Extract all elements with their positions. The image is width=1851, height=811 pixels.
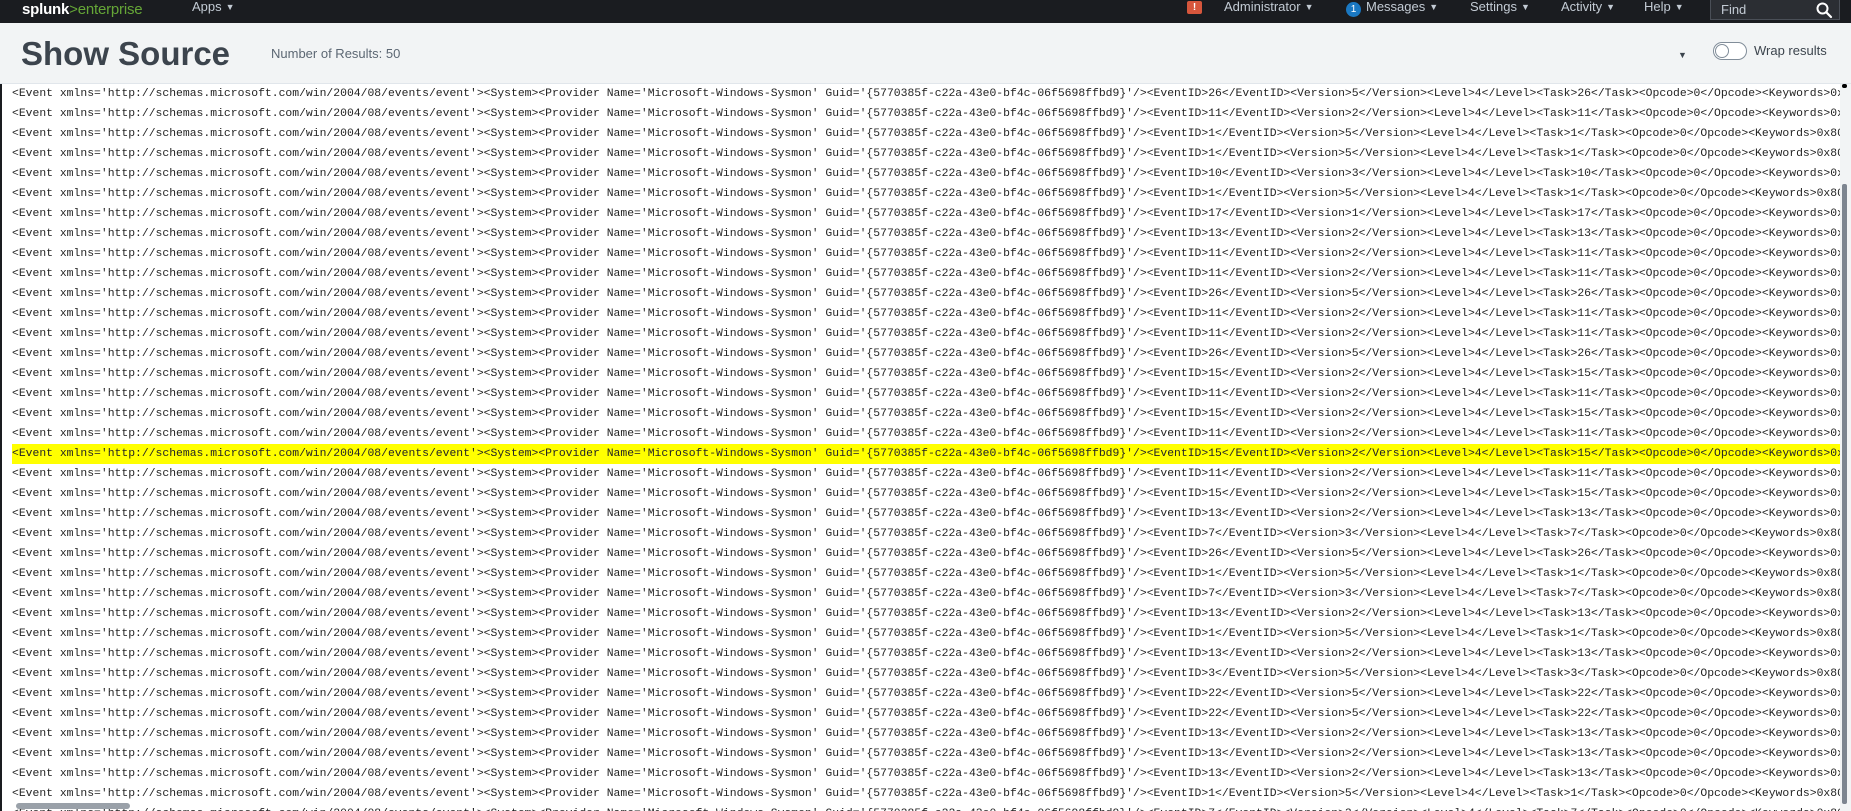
event-line[interactable]: <Event xmlns='http://schemas.microsoft.c…: [12, 764, 1842, 784]
messages-menu-label: Messages: [1366, 0, 1426, 14]
activity-menu[interactable]: Activity ▼: [1561, 0, 1615, 14]
event-line[interactable]: <Event xmlns='http://schemas.microsoft.c…: [12, 744, 1842, 764]
event-line[interactable]: <Event xmlns='http://schemas.microsoft.c…: [12, 184, 1842, 204]
help-menu-label: Help: [1644, 0, 1671, 14]
alert-badge[interactable]: !: [1187, 1, 1202, 14]
event-line[interactable]: <Event xmlns='http://schemas.microsoft.c…: [12, 304, 1842, 324]
search-icon[interactable]: [1815, 1, 1833, 19]
event-line[interactable]: <Event xmlns='http://schemas.microsoft.c…: [12, 624, 1842, 644]
chevron-down-icon: ▼: [1304, 2, 1314, 12]
event-line[interactable]: <Event xmlns='http://schemas.microsoft.c…: [12, 644, 1842, 664]
source-view: <Event xmlns='http://schemas.microsoft.c…: [0, 84, 1851, 811]
event-line[interactable]: <Event xmlns='http://schemas.microsoft.c…: [12, 704, 1842, 724]
event-line[interactable]: <Event xmlns='http://schemas.microsoft.c…: [12, 244, 1842, 264]
event-line[interactable]: <Event xmlns='http://schemas.microsoft.c…: [12, 424, 1842, 444]
wrap-results-label: Wrap results: [1754, 43, 1827, 58]
event-line[interactable]: <Event xmlns='http://schemas.microsoft.c…: [12, 484, 1842, 504]
event-line[interactable]: <Event xmlns='http://schemas.microsoft.c…: [12, 104, 1842, 124]
event-line[interactable]: <Event xmlns='http://schemas.microsoft.c…: [12, 224, 1842, 244]
event-line[interactable]: <Event xmlns='http://schemas.microsoft.c…: [12, 284, 1842, 304]
user-menu[interactable]: Administrator ▼: [1224, 0, 1314, 14]
event-line[interactable]: <Event xmlns='http://schemas.microsoft.c…: [12, 384, 1842, 404]
messages-count-badge: 1: [1346, 2, 1361, 17]
event-lines: <Event xmlns='http://schemas.microsoft.c…: [12, 84, 1842, 811]
event-line[interactable]: <Event xmlns='http://schemas.microsoft.c…: [12, 364, 1842, 384]
chevron-down-icon: ▼: [1429, 2, 1439, 12]
page-header: Show Source Number of Results: 50 ▼ Wrap…: [0, 23, 1851, 84]
event-line[interactable]: <Event xmlns='http://schemas.microsoft.c…: [12, 84, 1842, 104]
event-line[interactable]: <Event xmlns='http://schemas.microsoft.c…: [12, 524, 1842, 544]
wrap-results-toggle[interactable]: [1713, 42, 1747, 60]
event-line[interactable]: <Event xmlns='http://schemas.microsoft.c…: [12, 604, 1842, 624]
top-nav-bar: splunk>enterprise Apps ▼ ! Administrator ▼…: [0, 0, 1851, 23]
event-line[interactable]: <Event xmlns='http://schemas.microsoft.c…: [12, 124, 1842, 144]
chevron-down-icon: ▼: [1674, 2, 1684, 12]
find-box: [1710, 0, 1840, 20]
event-line-highlighted[interactable]: <Event xmlns='http://schemas.microsoft.c…: [12, 444, 1842, 464]
event-line[interactable]: <Event xmlns='http://schemas.microsoft.c…: [12, 204, 1842, 224]
activity-menu-label: Activity: [1561, 0, 1603, 14]
event-line[interactable]: <Event xmlns='http://schemas.microsoft.c…: [12, 804, 1842, 811]
event-line[interactable]: <Event xmlns='http://schemas.microsoft.c…: [12, 544, 1842, 564]
messages-menu[interactable]: 1 Messages ▼: [1346, 0, 1439, 17]
event-line[interactable]: <Event xmlns='http://schemas.microsoft.c…: [12, 664, 1842, 684]
event-line[interactable]: <Event xmlns='http://schemas.microsoft.c…: [12, 464, 1842, 484]
brand-main: splunk: [22, 1, 70, 18]
help-menu[interactable]: Help ▼: [1644, 0, 1684, 14]
event-line[interactable]: <Event xmlns='http://schemas.microsoft.c…: [12, 724, 1842, 744]
event-line[interactable]: <Event xmlns='http://schemas.microsoft.c…: [12, 564, 1842, 584]
event-line[interactable]: <Event xmlns='http://schemas.microsoft.c…: [12, 324, 1842, 344]
event-line[interactable]: <Event xmlns='http://schemas.microsoft.c…: [12, 164, 1842, 184]
event-line[interactable]: <Event xmlns='http://schemas.microsoft.c…: [12, 504, 1842, 524]
chevron-down-icon[interactable]: ▼: [1678, 50, 1687, 60]
find-input[interactable]: [1711, 0, 1821, 18]
settings-menu[interactable]: Settings ▼: [1470, 0, 1530, 14]
chevron-down-icon: ▼: [1520, 2, 1530, 12]
event-line[interactable]: <Event xmlns='http://schemas.microsoft.c…: [12, 264, 1842, 284]
scrollbar-cap: [1842, 84, 1847, 88]
event-line[interactable]: <Event xmlns='http://schemas.microsoft.c…: [12, 144, 1842, 164]
chevron-down-icon: ▼: [225, 2, 235, 12]
vertical-scrollbar[interactable]: [1840, 84, 1851, 811]
horizontal-scrollbar-thumb[interactable]: [16, 803, 130, 809]
toggle-knob: [1715, 44, 1729, 58]
event-line[interactable]: <Event xmlns='http://schemas.microsoft.c…: [12, 684, 1842, 704]
chevron-down-icon: ▼: [1606, 2, 1616, 12]
splunk-logo[interactable]: splunk>enterprise: [22, 1, 143, 18]
page-title: Show Source: [21, 35, 231, 72]
user-menu-label: Administrator: [1224, 0, 1301, 14]
scrollbar-thumb[interactable]: [1842, 184, 1847, 804]
settings-menu-label: Settings: [1470, 0, 1517, 14]
results-count: Number of Results: 50: [271, 46, 401, 61]
brand-accent: >enterprise: [69, 1, 143, 18]
event-line[interactable]: <Event xmlns='http://schemas.microsoft.c…: [12, 344, 1842, 364]
apps-menu[interactable]: Apps ▼: [192, 0, 235, 14]
event-line[interactable]: <Event xmlns='http://schemas.microsoft.c…: [12, 784, 1842, 804]
apps-menu-label: Apps: [192, 0, 222, 14]
event-line[interactable]: <Event xmlns='http://schemas.microsoft.c…: [12, 584, 1842, 604]
event-line[interactable]: <Event xmlns='http://schemas.microsoft.c…: [12, 404, 1842, 424]
